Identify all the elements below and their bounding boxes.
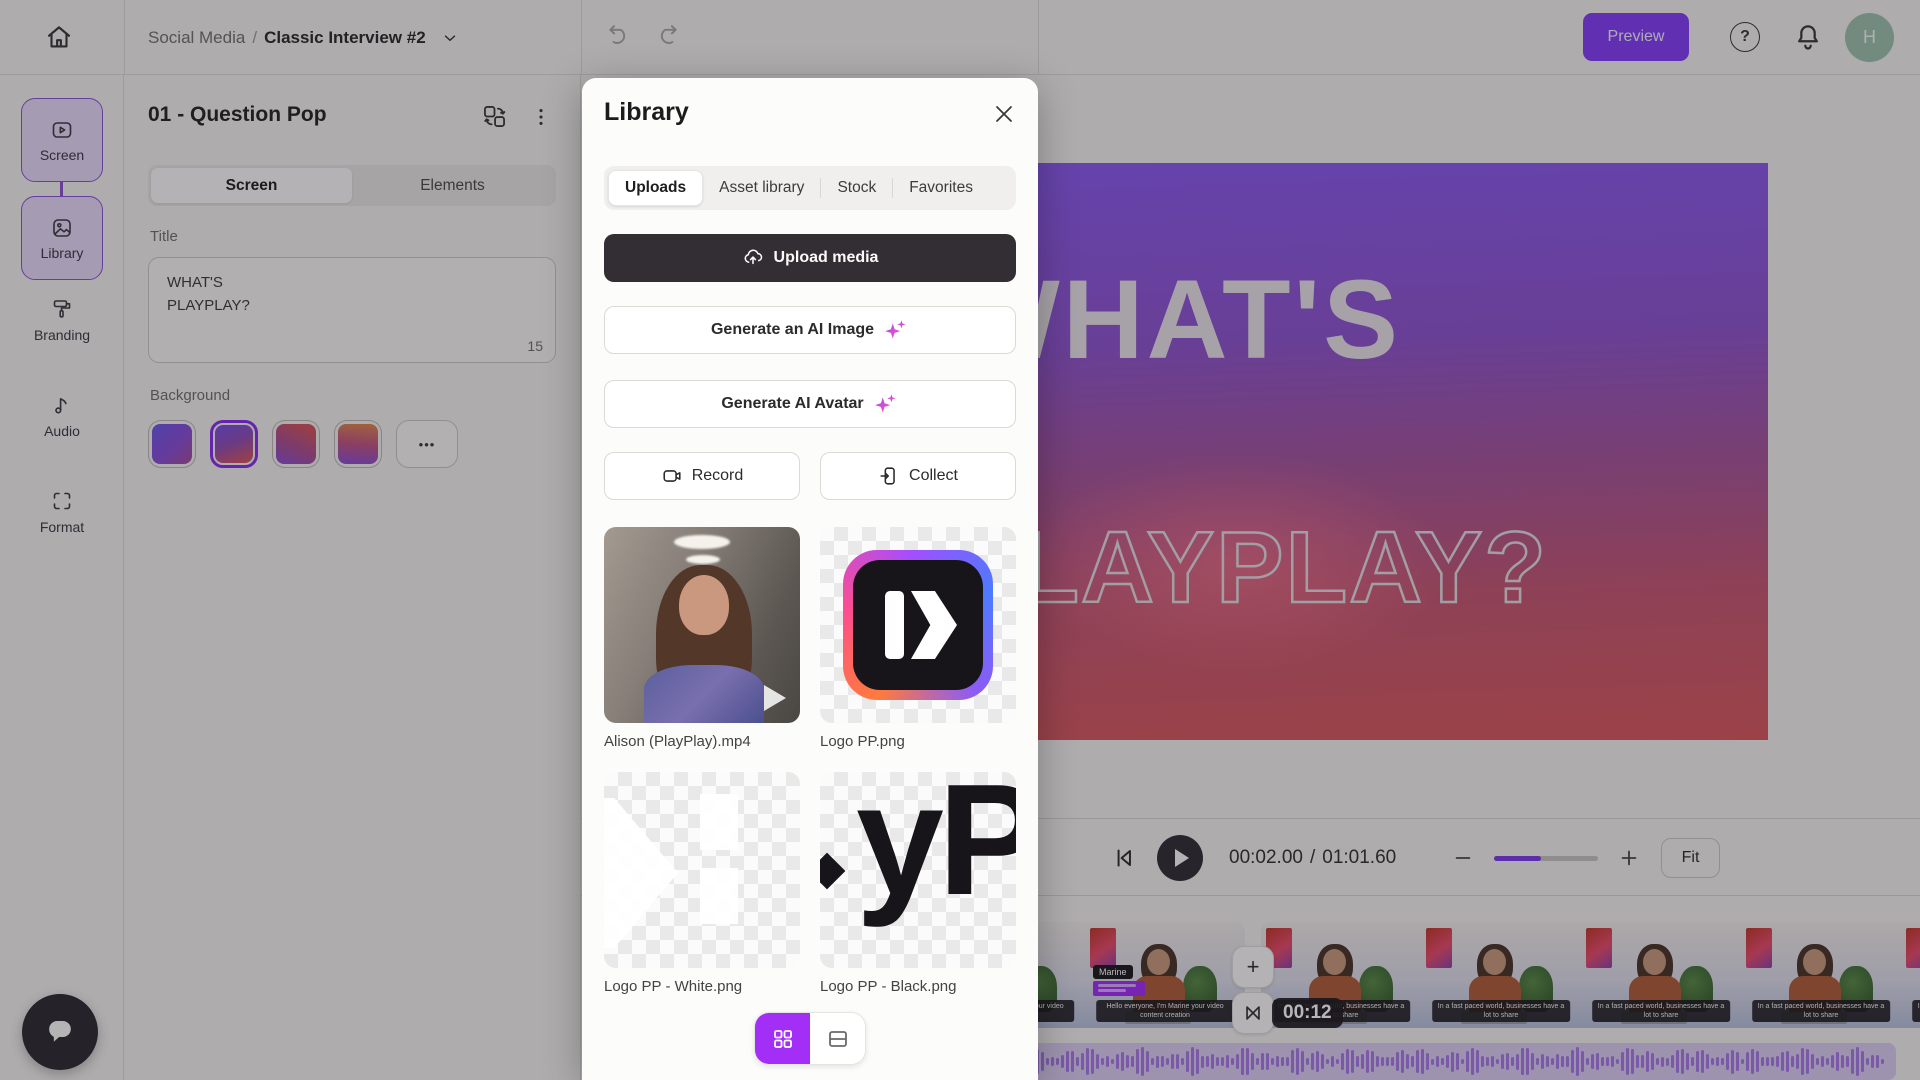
modal-title: Library: [604, 98, 689, 127]
upload-media-button[interactable]: Upload media: [604, 234, 1016, 282]
media-name: Logo PP - White.png: [604, 978, 804, 995]
video-play-overlay-icon: [764, 685, 786, 711]
generate-ai-avatar-button[interactable]: Generate AI Avatar: [604, 380, 1016, 428]
sparkles-icon: [883, 317, 909, 343]
media-thumb-logo-black[interactable]: yP: [820, 772, 1016, 968]
media-thumb-logo-pp[interactable]: [820, 527, 1016, 723]
logo-letters: yP: [856, 772, 1016, 931]
camera-icon: [661, 465, 683, 487]
media-thumb-alison-video[interactable]: [604, 527, 800, 723]
list-view-button[interactable]: [810, 1013, 865, 1064]
media-name: Logo PP.png: [820, 733, 1020, 750]
collect-button[interactable]: Collect: [820, 452, 1016, 500]
tab-asset-library[interactable]: Asset library: [703, 170, 820, 206]
tab-uploads[interactable]: Uploads: [608, 170, 703, 206]
media-thumb-logo-white[interactable]: [604, 772, 800, 968]
record-button[interactable]: Record: [604, 452, 800, 500]
library-modal: Library Uploads Asset library Stock Favo…: [582, 78, 1038, 1080]
grid-icon: [771, 1027, 795, 1051]
media-name: Alison (PlayPlay).mp4: [604, 733, 804, 750]
generate-ai-image-button[interactable]: Generate an AI Image: [604, 306, 1016, 354]
tab-favorites[interactable]: Favorites: [893, 170, 989, 206]
library-tabs: Uploads Asset library Stock Favorites: [604, 166, 1016, 210]
playplay-logo: [843, 550, 993, 700]
sparkles-icon: [873, 391, 899, 417]
collect-phone-icon: [878, 465, 900, 487]
close-icon[interactable]: [992, 102, 1016, 126]
view-toggle: [754, 1012, 866, 1065]
grid-view-button[interactable]: [755, 1013, 810, 1064]
list-icon: [826, 1027, 850, 1051]
tab-stock[interactable]: Stock: [821, 170, 892, 206]
cloud-upload-icon: [742, 247, 764, 269]
media-name: Logo PP - Black.png: [820, 978, 1020, 995]
